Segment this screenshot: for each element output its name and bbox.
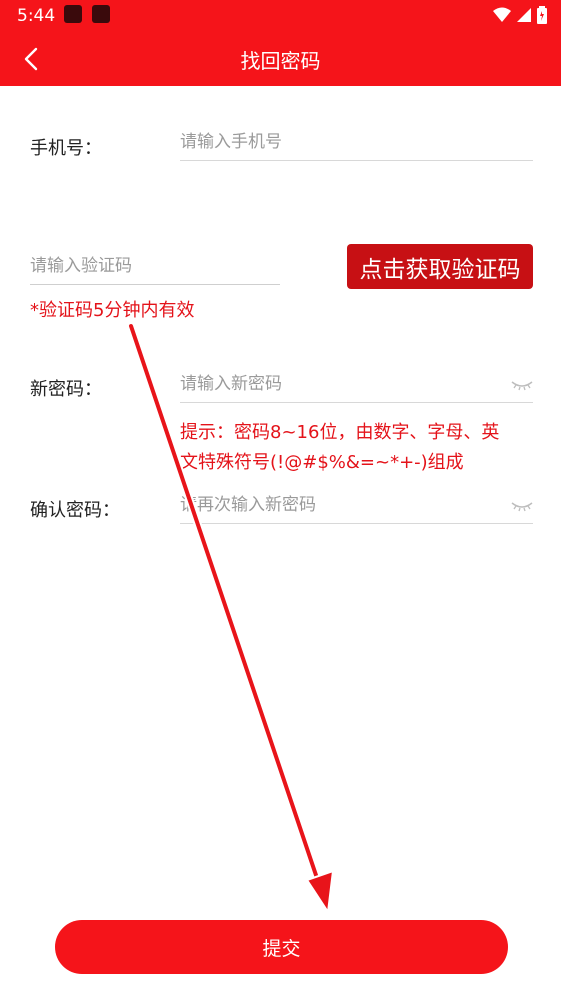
status-time: 5:44 [17, 6, 56, 26]
code-field-wrap [30, 248, 280, 285]
password-hint-line-1: 提示：密码8~16位，由数字、字母、英 [180, 422, 500, 443]
notification-icon [64, 5, 82, 23]
status-bar: 5:44 [0, 0, 561, 34]
confirm-password-label: 确认密码： [30, 500, 120, 521]
confirm-password-input[interactable] [180, 487, 561, 523]
code-input[interactable] [30, 248, 280, 284]
wifi-icon [493, 7, 511, 22]
confirm-password-field-wrap [180, 487, 561, 524]
new-password-field-wrap [180, 366, 561, 403]
app-bar: 找回密码 [0, 34, 561, 86]
submit-button[interactable]: 提交 [55, 920, 508, 974]
phone-label: 手机号： [30, 138, 102, 159]
phone-field-wrap [180, 124, 533, 161]
eye-closed-icon[interactable] [511, 495, 533, 515]
new-password-input[interactable] [180, 366, 561, 402]
page-title: 找回密码 [240, 49, 321, 73]
password-hint-line-2: 文特殊符号(!@#$%&=~*+-)组成 [180, 452, 464, 473]
code-validity-note: *验证码5分钟内有效 [30, 300, 195, 321]
get-code-button[interactable]: 点击获取验证码 [347, 244, 533, 289]
signal-icon [517, 8, 531, 22]
notification-icon [92, 5, 110, 23]
phone-input[interactable] [180, 124, 533, 160]
new-password-label: 新密码： [30, 379, 102, 400]
eye-closed-icon[interactable] [511, 374, 533, 394]
battery-icon [537, 6, 547, 24]
